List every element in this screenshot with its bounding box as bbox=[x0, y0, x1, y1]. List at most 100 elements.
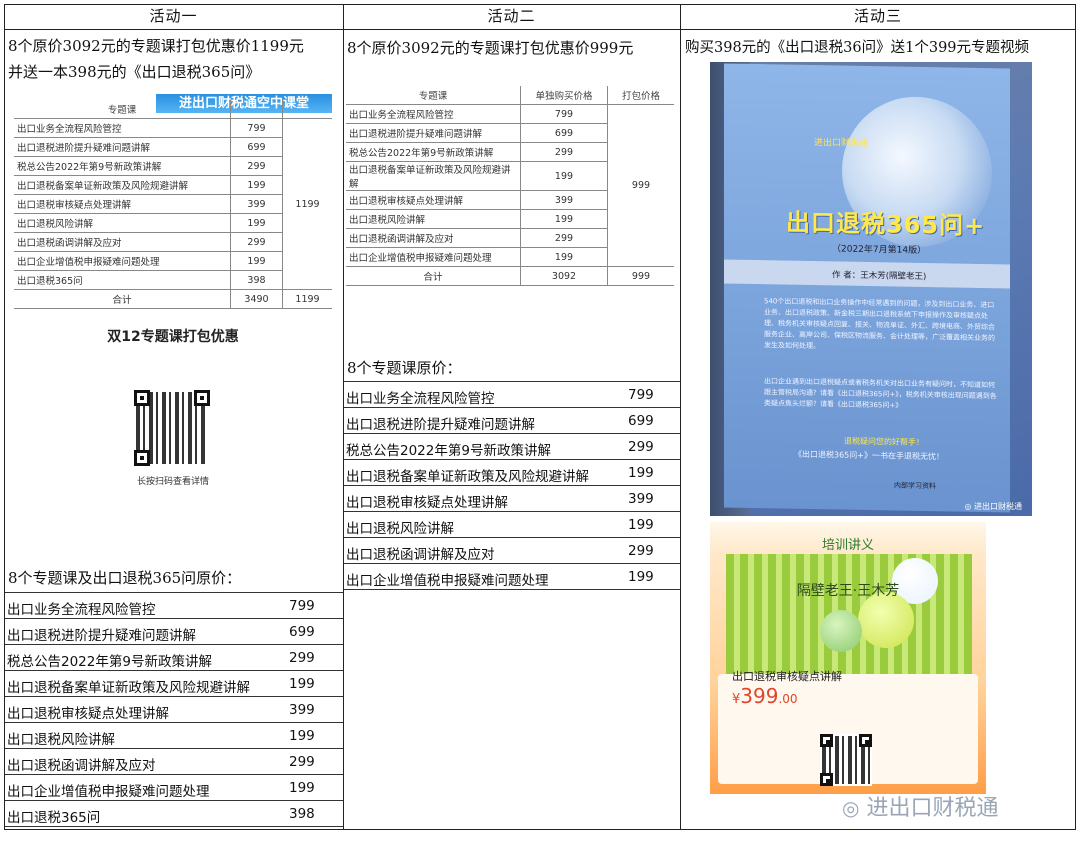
act2-original-price-list: 出口业务全流程风险管控 799 出口退税进阶提升疑难问题讲解 699 税总公告2022年… bbox=[344, 381, 680, 590]
course-price-int: 399 bbox=[740, 684, 779, 708]
act1-promo-title: 双12专题课打包优惠 bbox=[107, 329, 239, 345]
course-price: 199 bbox=[230, 251, 283, 271]
course-name: 出口退税备案单证新政策及风险规避讲解 bbox=[346, 161, 521, 191]
act1-qr-code[interactable] bbox=[134, 390, 210, 466]
list-item: 出口退税审核疑点处理讲解 399 bbox=[5, 697, 343, 723]
book-blurb: 540个出口退税和出口业务操作中经常遇到的问题，涉及到出口业务、进口业务、出口退… bbox=[764, 297, 995, 351]
course-name: 税总公告2022年第9号新政策讲解 bbox=[14, 156, 231, 176]
list-item-price: 199 bbox=[289, 780, 315, 796]
list-item-price: 299 bbox=[289, 754, 315, 770]
course-price: 699 bbox=[520, 123, 608, 143]
total-price: 3092 bbox=[520, 266, 608, 286]
course-qr-code[interactable] bbox=[820, 734, 872, 786]
list-item-name: 出口退税进阶提升疑难问题讲解 bbox=[7, 628, 196, 644]
act2-course-table: 专题课 单独购买价格 打包价格 出口业务全流程风险管控 799 999 出口退税进阶提… bbox=[346, 86, 674, 286]
act2-price-table-image: 专题课 单独购买价格 打包价格 出口业务全流程风险管控 799 999 出口退税进阶提… bbox=[346, 86, 674, 286]
list-item: 出口退税审核疑点处理讲解 399 bbox=[344, 486, 680, 512]
act2-list-title: 8个专题课原价： bbox=[347, 359, 462, 377]
list-item-price: 799 bbox=[628, 387, 654, 403]
course-price: 199 bbox=[520, 209, 608, 229]
book-slogan-2: 《出口退税365问+》一书在手退税无忧！ bbox=[794, 449, 944, 462]
total-pack-price: 999 bbox=[607, 266, 674, 286]
course-name: 出口企业增值税申报疑难问题处理 bbox=[346, 247, 521, 267]
course-price: 398 bbox=[230, 270, 283, 290]
list-item-price: 199 bbox=[289, 728, 315, 744]
book-wechat-label: ◎ 进出口财税通 bbox=[964, 501, 1022, 512]
list-item-price: 299 bbox=[289, 650, 315, 666]
book-slogan-1: 退税疑问您的好帮手！ bbox=[844, 436, 924, 447]
course-price: 799 bbox=[230, 118, 283, 138]
book-edition: （2022年7月第14版） bbox=[832, 244, 927, 257]
table-row: 出口业务全流程风险管控 799 999 bbox=[346, 104, 674, 267]
course-price: 299 bbox=[230, 232, 283, 252]
list-item-name: 出口退税备案单证新政策及风险规避讲解 bbox=[7, 680, 250, 696]
list-item-name: 出口企业增值税申报疑难问题处理 bbox=[7, 784, 210, 800]
book-blurb-2: 出口企业遇到出口退税疑点或者税务机关对出口业务有疑问时，不知道如何跟主管税局沟通… bbox=[764, 377, 997, 410]
act1-desc-line1: 8个原价3092元的专题课打包优惠价1199元 bbox=[8, 37, 304, 55]
course-name: 出口退税审核疑点处理讲解 bbox=[14, 194, 231, 214]
course-price: 199 bbox=[230, 213, 283, 233]
list-item-price: 199 bbox=[289, 676, 315, 692]
header-activity-1: 活动一 bbox=[4, 4, 343, 30]
total-label: 合计 bbox=[14, 289, 231, 309]
act1-price-table-image: 进出口财税通空中课堂 专题课 出口业务全流程风险管控 799 1199 出口退税进阶提… bbox=[14, 94, 332, 310]
wechat-icon: ◎ bbox=[842, 796, 860, 820]
list-item: 出口退税函调讲解及应对 299 bbox=[344, 538, 680, 564]
book-photo: 进出口财税通 出口退税365问+ （2022年7月第14版） 作 者：王木芳(隔… bbox=[710, 62, 1032, 516]
act1-list-title: 8个专题课及出口退税365问原价： bbox=[8, 569, 242, 587]
course-teacher: 隔壁老王·王木芳 bbox=[796, 583, 900, 599]
total-label: 合计 bbox=[346, 266, 521, 286]
act3-desc: 购买398元的《出口退税36问》送1个399元专题视频 bbox=[685, 40, 1030, 56]
course-price: 399 bbox=[520, 190, 608, 210]
col-header-pack-price: 打包价格 bbox=[607, 86, 674, 105]
act1-original-price-list: 出口业务全流程风险管控 799 出口退税进阶提升疑难问题讲解 699 税总公告2022年… bbox=[5, 592, 343, 827]
course-name: 出口企业增值税申报疑难问题处理 bbox=[14, 251, 231, 271]
list-item-price: 399 bbox=[628, 491, 654, 507]
course-price: 199 bbox=[230, 175, 283, 195]
list-item-name: 出口企业增值税申报疑难问题处理 bbox=[346, 573, 549, 589]
list-item-price: 299 bbox=[628, 439, 654, 455]
course-name: 出口退税进阶提升疑难问题讲解 bbox=[14, 137, 231, 157]
course-price: 299 bbox=[520, 228, 608, 248]
total-row: 合计 3092 999 bbox=[346, 266, 674, 286]
list-item: 出口企业增值税申报疑难问题处理 199 bbox=[344, 564, 680, 590]
course-name: 出口退税函调讲解及应对 bbox=[14, 232, 231, 252]
list-item: 出口退税风险讲解 199 bbox=[5, 723, 343, 749]
pack-price: 1199 bbox=[282, 118, 332, 290]
col-header: 专题课 bbox=[14, 100, 231, 119]
book-title: 出口退税365问+ bbox=[786, 208, 986, 241]
course-name: 税总公告2022年第9号新政策讲解 bbox=[346, 142, 521, 162]
course-price: 199 bbox=[520, 247, 608, 267]
course-name: 出口退税365问 bbox=[14, 270, 231, 290]
header-activity-3: 活动三 bbox=[680, 4, 1076, 30]
course-price: 399 bbox=[230, 194, 283, 214]
list-item-name: 出口退税审核疑点处理讲解 bbox=[7, 706, 169, 722]
list-item-name: 出口退税审核疑点处理讲解 bbox=[346, 495, 508, 511]
book-wechat-name: 进出口财税通 bbox=[974, 502, 1022, 511]
act1-course-table: 专题课 出口业务全流程风险管控 799 1199 出口退税进阶提升疑难问题讲解 699 税… bbox=[14, 100, 332, 309]
list-item-name: 税总公告2022年第9号新政策讲解 bbox=[7, 654, 212, 670]
list-item: 出口业务全流程风险管控 799 bbox=[5, 593, 343, 619]
list-item-price: 699 bbox=[289, 624, 315, 640]
list-item-price: 799 bbox=[289, 598, 315, 614]
list-item-name: 出口退税风险讲解 bbox=[7, 732, 115, 748]
list-item-name: 出口退税备案单证新政策及风险规避讲解 bbox=[346, 469, 589, 485]
course-name: 出口退税审核疑点处理讲解 bbox=[346, 190, 521, 210]
col-header-single-price: 单独购买价格 bbox=[520, 86, 608, 105]
watermark: ◎ 进出口财税通 bbox=[842, 790, 998, 822]
course-name: 出口退税进阶提升疑难问题讲解 bbox=[346, 123, 521, 143]
list-item: 出口退税备案单证新政策及风险规避讲解 199 bbox=[5, 671, 343, 697]
course-price: 299 bbox=[230, 156, 283, 176]
course-name: 出口业务全流程风险管控 bbox=[346, 104, 521, 124]
list-item: 出口退税365问 398 bbox=[5, 801, 343, 827]
list-item: 出口退税备案单证新政策及风险规避讲解 199 bbox=[344, 460, 680, 486]
list-item-name: 出口退税函调讲解及应对 bbox=[346, 547, 495, 563]
list-item-name: 出口业务全流程风险管控 bbox=[346, 391, 495, 407]
list-item-name: 税总公告2022年第9号新政策讲解 bbox=[346, 443, 551, 459]
course-title: 出口退税审核疑点讲解 bbox=[732, 670, 842, 683]
list-item-price: 199 bbox=[628, 465, 654, 481]
list-item: 税总公告2022年第9号新政策讲解 299 bbox=[5, 645, 343, 671]
list-item-price: 399 bbox=[289, 702, 315, 718]
pack-price: 999 bbox=[607, 104, 674, 267]
course-price: 199 bbox=[520, 161, 608, 191]
